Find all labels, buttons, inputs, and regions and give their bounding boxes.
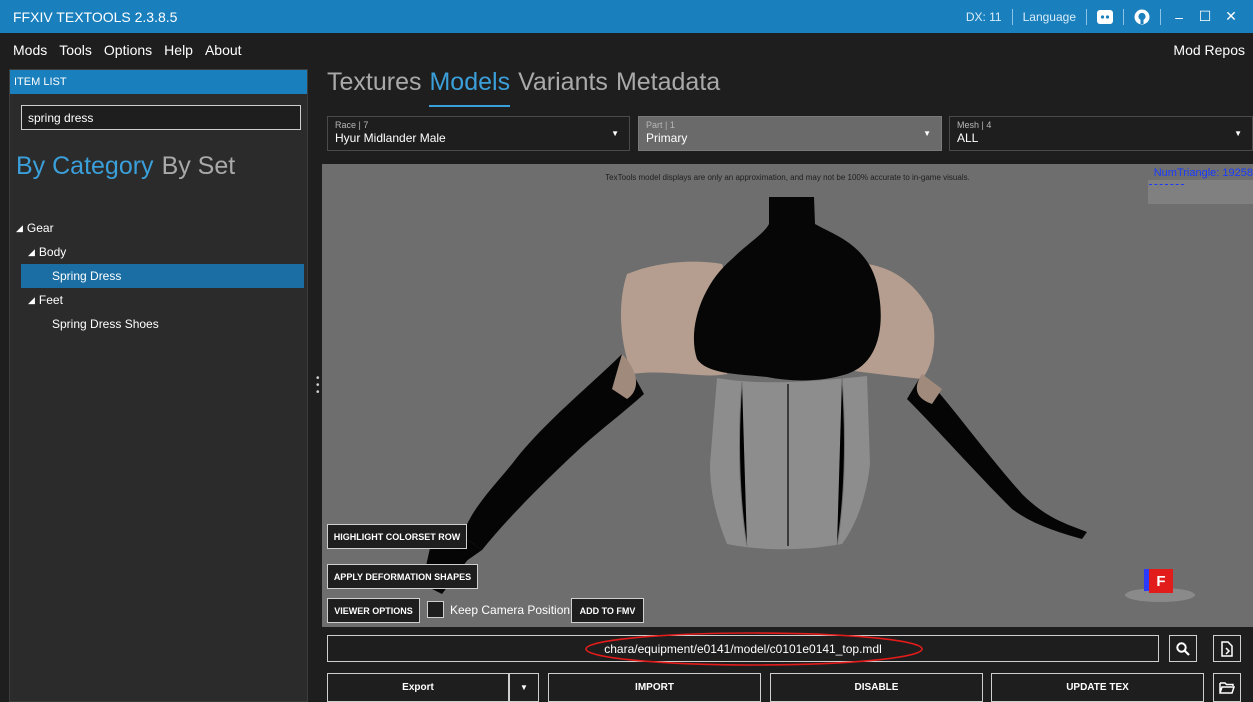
export-dropdown-button[interactable]: ▼ — [509, 673, 539, 702]
item-list-header: ITEM LIST — [10, 70, 307, 94]
race-select-value: Hyur Midlander Male — [335, 131, 446, 145]
part-select[interactable]: Part | 1 Primary ▼ — [638, 116, 942, 151]
file-export-icon — [1221, 640, 1233, 657]
part-select-value: Primary — [646, 131, 688, 145]
menu-tools[interactable]: Tools — [53, 42, 98, 58]
item-list-panel: ITEM LIST By Category By Set ◢ Gear ◢ Bo… — [9, 69, 308, 702]
mesh-select-value: ALL — [957, 131, 979, 145]
tree-item-spring-dress[interactable]: Spring Dress — [21, 264, 304, 288]
panel-splitter-handle[interactable]: • • • — [316, 374, 320, 398]
expand-arrow-icon: ◢ — [28, 294, 35, 305]
title-separator — [1086, 8, 1087, 25]
search-button[interactable] — [1169, 635, 1197, 662]
annotation-circle — [585, 632, 923, 666]
tab-by-set[interactable]: By Set — [162, 152, 236, 181]
tree-node-label: Body — [38, 245, 67, 259]
main-tabs: Textures Models Variants Metadata — [327, 68, 728, 107]
update-tex-button[interactable]: UPDATE TEX — [991, 673, 1204, 702]
tree-node-feet[interactable]: ◢ Feet — [10, 288, 307, 312]
keep-camera-position-label: Keep Camera Position — [450, 602, 571, 617]
tree-node-label: Gear — [26, 221, 54, 235]
maximize-button[interactable]: ☐ — [1197, 8, 1213, 25]
folder-open-icon — [1219, 682, 1235, 694]
window-title: FFXIV TEXTOOLS 2.3.8.5 — [13, 8, 178, 25]
title-separator — [1123, 8, 1124, 25]
export-button[interactable]: Export — [327, 673, 509, 702]
tab-textures[interactable]: Textures — [327, 68, 421, 104]
open-folder-button[interactable] — [1213, 673, 1241, 702]
language-button[interactable]: Language — [1023, 10, 1076, 24]
discord-icon[interactable] — [1097, 9, 1113, 25]
title-separator — [1160, 8, 1161, 25]
axis-gizmo-face[interactable]: F — [1149, 569, 1173, 593]
tab-by-category[interactable]: By Category — [16, 152, 154, 181]
github-icon[interactable] — [1134, 9, 1150, 25]
tree-item-spring-dress-shoes[interactable]: Spring Dress Shoes — [10, 312, 307, 336]
dx-version-label: DX: 11 — [965, 9, 1002, 24]
title-bar: FFXIV TEXTOOLS 2.3.8.5 DX: 11 Language ‒… — [0, 0, 1253, 33]
import-button[interactable]: IMPORT — [548, 673, 761, 702]
minimize-button[interactable]: ‒ — [1171, 9, 1187, 25]
title-separator — [1011, 8, 1013, 25]
menu-bar: Mods Tools Options Help About Mod Repos — [0, 33, 1253, 66]
category-tabs: By Category By Set — [16, 152, 235, 181]
mod-repos-button[interactable]: Mod Repos — [1173, 42, 1253, 58]
disable-button[interactable]: DISABLE — [770, 673, 983, 702]
add-to-fmv-button[interactable]: ADD TO FMV — [571, 598, 644, 623]
tab-variants[interactable]: Variants — [518, 68, 608, 104]
expand-arrow-icon: ◢ — [16, 222, 23, 233]
chevron-down-icon: ▼ — [923, 129, 931, 138]
tree-node-gear[interactable]: ◢ Gear — [10, 216, 307, 240]
apply-deformation-shapes-button[interactable]: APPLY DEFORMATION SHAPES — [327, 564, 478, 589]
search-icon — [1176, 641, 1190, 656]
chevron-down-icon: ▼ — [520, 683, 528, 692]
viewer-options-button[interactable]: VIEWER OPTIONS — [327, 598, 420, 623]
highlight-colorset-row-button[interactable]: HIGHLIGHT COLORSET ROW — [327, 524, 467, 549]
chevron-down-icon: ▼ — [1234, 129, 1242, 138]
part-select-label: Part | 1 — [646, 120, 675, 130]
race-select-label: Race | 7 — [335, 120, 369, 130]
item-tree: ◢ Gear ◢ Body Spring Dress ◢ Feet Spring… — [10, 216, 307, 336]
menu-about[interactable]: About — [199, 42, 248, 58]
keep-camera-position-checkbox[interactable] — [427, 601, 444, 618]
title-bar-controls: DX: 11 Language ‒ ☐ ✕ — [966, 8, 1253, 25]
open-file-button[interactable] — [1213, 635, 1241, 662]
model-render — [422, 197, 1087, 594]
tab-metadata[interactable]: Metadata — [616, 68, 720, 104]
chevron-down-icon: ▼ — [611, 129, 619, 138]
model-viewport[interactable]: TexTools model displays are only an appr… — [322, 164, 1253, 627]
item-search-input[interactable] — [21, 105, 301, 130]
tree-node-body[interactable]: ◢ Body — [10, 240, 307, 264]
mesh-select[interactable]: Mesh | 4 ALL ▼ — [949, 116, 1253, 151]
tab-models[interactable]: Models — [429, 68, 510, 107]
menu-help[interactable]: Help — [158, 42, 199, 58]
keep-camera-position-toggle[interactable]: Keep Camera Position — [427, 601, 570, 618]
expand-arrow-icon: ◢ — [28, 246, 35, 257]
tree-node-label: Spring Dress — [52, 269, 122, 283]
mesh-select-label: Mesh | 4 — [957, 120, 992, 130]
menu-mods[interactable]: Mods — [0, 42, 53, 58]
axis-gizmo-side — [1144, 569, 1149, 591]
tree-node-label: Spring Dress Shoes — [52, 317, 159, 331]
close-button[interactable]: ✕ — [1223, 8, 1239, 25]
race-select[interactable]: Race | 7 Hyur Midlander Male ▼ — [327, 116, 630, 151]
tree-node-label: Feet — [38, 293, 63, 307]
menu-options[interactable]: Options — [98, 42, 158, 58]
